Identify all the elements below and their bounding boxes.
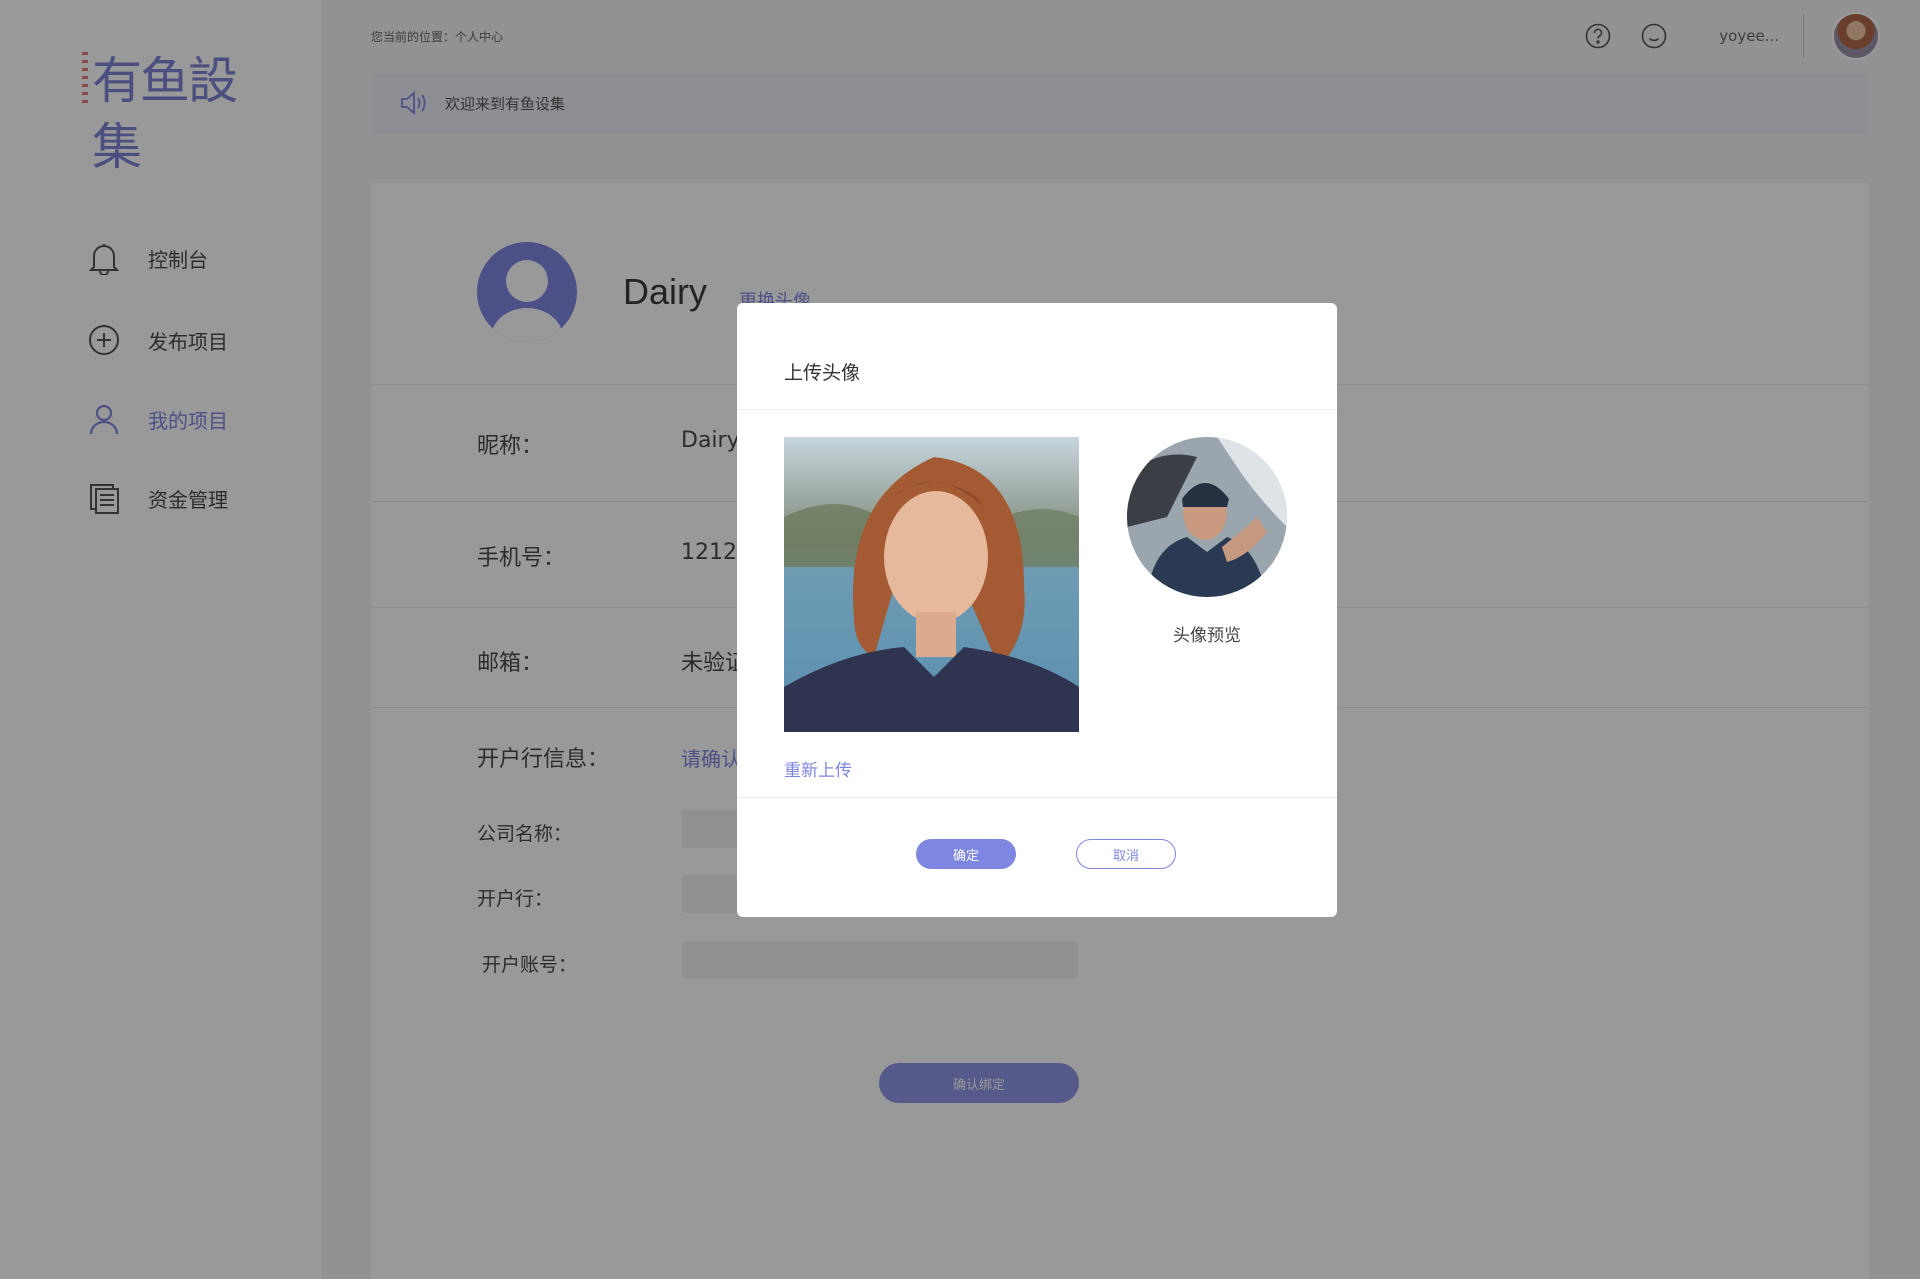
cancel-button[interactable]: 取消: [1076, 839, 1176, 869]
divider: [737, 797, 1337, 798]
reupload-link[interactable]: 重新上传: [784, 756, 852, 781]
confirm-button[interactable]: 确定: [916, 839, 1016, 869]
uploaded-photo[interactable]: [784, 437, 1079, 732]
preview-label: 头像预览: [1173, 626, 1241, 646]
divider: [737, 409, 1337, 410]
avatar-preview: [1127, 437, 1287, 597]
upload-avatar-modal: 上传头像 重新上传 头像预览 确定 取消: [737, 303, 1337, 917]
modal-title: 上传头像: [784, 362, 861, 384]
